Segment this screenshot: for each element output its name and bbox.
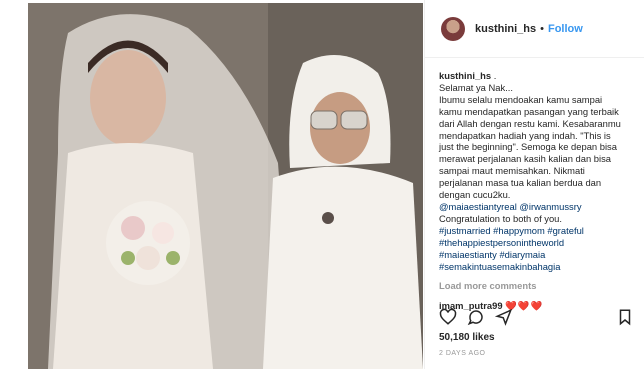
header-separator: • [540, 22, 544, 35]
caption-line-6: just the beginning". Semoga ke depan bis… [439, 141, 617, 153]
header-username[interactable]: kusthini_hs [475, 23, 536, 35]
avatar[interactable] [441, 16, 465, 41]
hashtag-line-3[interactable]: #semakintuasemakinbahagia [439, 261, 634, 273]
comment-icon[interactable] [467, 308, 485, 326]
caption-line-0: . [491, 70, 497, 81]
action-bar [439, 308, 634, 326]
caption-mentions[interactable]: @maiaestiantyreal @irwanmussry [439, 201, 634, 213]
post-timestamp: 2 DAYS AGO [439, 350, 486, 357]
caption-username[interactable]: kusthini_hs [439, 70, 491, 81]
caption-line-10: dengan cucu2ku. [439, 189, 511, 201]
post-header: kusthini_hs • Follow [425, 0, 644, 58]
share-icon[interactable] [495, 308, 513, 326]
wedding-photo-illustration [28, 3, 423, 369]
post-side-panel: kusthini_hs • Follow kusthini_hs . Selam… [424, 0, 644, 369]
caption-line-3: kamu mendapatkan pasangan yang terbaik [439, 105, 619, 117]
caption-line-8: sampai maut memisahkan. Nikmati [439, 165, 585, 177]
likes-count[interactable]: 50,180 likes [439, 332, 495, 343]
caption-line-7: merawat perjalanan kasih kalian dan bisa [439, 153, 611, 165]
hashtag-line-0[interactable]: #justmarried #happymom #grateful [439, 225, 634, 237]
hashtag-line-2[interactable]: #maiaestianty #diarymaia [439, 249, 634, 261]
bookmark-icon[interactable] [616, 308, 634, 326]
load-more-comments[interactable]: Load more comments [439, 280, 634, 292]
caption-line-5: mendapatkan hadiah yang indah. "This is [439, 129, 611, 141]
caption-line-2: Ibumu selalu mendoakan kamu sampai [439, 93, 603, 105]
follow-button[interactable]: Follow [548, 23, 583, 35]
post-photo[interactable] [28, 3, 423, 369]
caption-line-9: perjalanan masa tua kalian berdua dan [439, 177, 602, 189]
caption-line-1: Selamat ya Nak... [439, 81, 513, 93]
heart-icon[interactable] [439, 308, 457, 326]
caption-line-4: dari Allah dengan restu kami. Kesabaranm… [439, 117, 621, 129]
hashtag-line-1[interactable]: #thehappiestpersonintheworld [439, 237, 634, 249]
caption-area: kusthini_hs . Selamat ya Nak... Ibumu se… [425, 58, 644, 312]
caption-congrats: Congratulation to both of you. [439, 212, 563, 224]
caption-first-line: kusthini_hs . [439, 70, 634, 82]
